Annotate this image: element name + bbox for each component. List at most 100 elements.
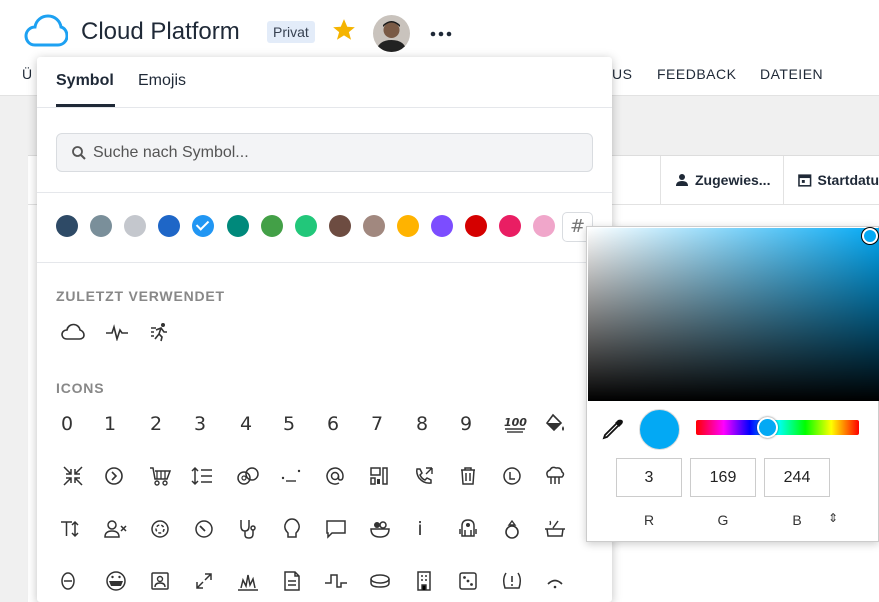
tab-emojis[interactable]: Emojis xyxy=(138,72,186,90)
color-swatch[interactable] xyxy=(124,215,147,237)
privacy-badge[interactable]: Privat xyxy=(267,21,315,43)
color-swatch[interactable] xyxy=(192,215,215,237)
robot-icon[interactable] xyxy=(455,516,481,542)
divider xyxy=(37,192,612,193)
hue-handle[interactable] xyxy=(757,417,778,438)
cart-icon[interactable] xyxy=(147,463,173,489)
recent-emergency-exit-icon[interactable] xyxy=(147,319,173,345)
color-swatch[interactable] xyxy=(226,215,249,237)
pulse-wave-icon[interactable] xyxy=(323,568,349,594)
picker-tabs: Symbol Emojis xyxy=(37,57,612,108)
color-swatch[interactable] xyxy=(533,215,556,237)
icon-digit-1[interactable]: 1 xyxy=(97,411,123,437)
contact-card-icon[interactable] xyxy=(147,568,173,594)
cooking-pot-icon[interactable] xyxy=(542,516,568,542)
dashboard-layout-icon[interactable] xyxy=(366,463,392,489)
face-mask-icon[interactable] xyxy=(103,568,129,594)
column-header-assignee[interactable]: Zugewies... xyxy=(660,156,784,204)
cloud-logo-icon[interactable] xyxy=(24,14,69,53)
saturation-area[interactable] xyxy=(588,228,879,401)
blue-input[interactable] xyxy=(764,458,830,497)
divider xyxy=(37,262,612,263)
info-icon[interactable]: i xyxy=(407,516,433,542)
ring-icon[interactable] xyxy=(499,516,525,542)
green-label: G xyxy=(717,512,729,528)
chef-icon[interactable] xyxy=(542,463,568,489)
paint-bucket-icon[interactable] xyxy=(542,411,568,437)
active-tab-indicator xyxy=(56,104,115,107)
at-sign-icon[interactable] xyxy=(322,463,348,489)
eyedropper-icon[interactable] xyxy=(601,417,625,446)
icon-digit-4[interactable]: 4 xyxy=(233,411,259,437)
icon-digit-0[interactable]: 0 xyxy=(54,411,80,437)
color-swatch[interactable] xyxy=(328,215,351,237)
icon-digit-3[interactable]: 3 xyxy=(187,411,213,437)
column-header-start-date[interactable]: Startdatu xyxy=(783,156,879,204)
saturation-handle[interactable] xyxy=(862,228,878,244)
tab-symbol[interactable]: Symbol xyxy=(56,72,114,90)
nav-item-feedback[interactable]: FEEDBACK xyxy=(657,66,736,82)
lightbulb-icon[interactable] xyxy=(279,516,305,542)
color-swatch[interactable] xyxy=(499,215,522,237)
color-preview xyxy=(639,409,680,450)
color-swatch[interactable] xyxy=(465,215,488,237)
coins-icon[interactable] xyxy=(235,463,261,489)
document-icon[interactable] xyxy=(279,568,305,594)
color-swatch[interactable] xyxy=(158,215,181,237)
wifi-low-icon[interactable] xyxy=(542,568,568,594)
color-swatch[interactable] xyxy=(362,215,385,237)
trash-icon[interactable] xyxy=(455,463,481,489)
search-icon xyxy=(71,145,87,166)
green-input[interactable] xyxy=(690,458,756,497)
chat-bubble-icon[interactable] xyxy=(323,516,349,542)
color-swatch[interactable] xyxy=(90,215,113,237)
line-spacing-icon[interactable] xyxy=(189,463,215,489)
dotted-face-icon[interactable] xyxy=(278,463,304,489)
svg-text:100: 100 xyxy=(504,416,527,429)
recent-cloud-icon[interactable] xyxy=(60,319,86,345)
star-icon[interactable] xyxy=(331,17,357,48)
color-swatch[interactable] xyxy=(397,215,419,237)
text-size-icon[interactable] xyxy=(59,516,85,542)
icon-digit-5[interactable]: 5 xyxy=(276,411,302,437)
stethoscope-icon[interactable] xyxy=(235,516,261,542)
recent-section-label: ZULETZT VERWENDET xyxy=(56,288,225,304)
icon-digit-8[interactable]: 8 xyxy=(409,411,435,437)
recent-pulse-icon[interactable] xyxy=(104,319,130,345)
chevron-circle-icon[interactable] xyxy=(101,463,127,489)
color-swatch[interactable] xyxy=(56,215,78,237)
phone-callback-icon[interactable] xyxy=(411,463,437,489)
search-input[interactable] xyxy=(93,134,583,171)
minus-circle-icon[interactable] xyxy=(55,568,81,594)
nav-item-files[interactable]: DATEIEN xyxy=(760,66,823,82)
avatar[interactable] xyxy=(373,15,410,52)
app-title: Cloud Platform xyxy=(81,18,240,45)
color-swatch[interactable] xyxy=(260,215,283,237)
hundred-points-icon[interactable]: 100 xyxy=(502,411,528,437)
red-input[interactable] xyxy=(616,458,682,497)
icon-digit-6[interactable]: 6 xyxy=(320,411,346,437)
salad-bowl-icon[interactable] xyxy=(367,516,393,542)
icon-digit-7[interactable]: 7 xyxy=(364,411,390,437)
person-icon xyxy=(676,174,688,186)
spinner-circle-icon[interactable] xyxy=(147,516,173,542)
color-swatch[interactable] xyxy=(294,215,317,237)
explosion-icon[interactable] xyxy=(235,568,261,594)
nav-item-partial-left[interactable]: Ü xyxy=(22,66,33,82)
clock-circle-icon[interactable] xyxy=(499,463,525,489)
color-swatch[interactable] xyxy=(431,215,454,237)
tire-warning-icon[interactable] xyxy=(499,568,525,594)
more-options-icon[interactable] xyxy=(430,24,452,42)
building-icon[interactable] xyxy=(411,568,437,594)
nav-item-status-partial[interactable]: US xyxy=(612,66,632,82)
dice-icon[interactable] xyxy=(455,568,481,594)
icon-digit-2[interactable]: 2 xyxy=(143,411,169,437)
move-diagonal-icon[interactable] xyxy=(191,568,217,594)
sort-arrows-icon[interactable]: ⇕ xyxy=(828,511,838,525)
collapse-arrows-icon[interactable] xyxy=(60,463,86,489)
gauge-icon[interactable] xyxy=(191,516,217,542)
disc-stack-icon[interactable] xyxy=(367,568,393,594)
remove-user-icon[interactable] xyxy=(103,516,129,542)
icon-digit-9[interactable]: 9 xyxy=(453,411,479,437)
calendar-icon xyxy=(798,174,812,187)
